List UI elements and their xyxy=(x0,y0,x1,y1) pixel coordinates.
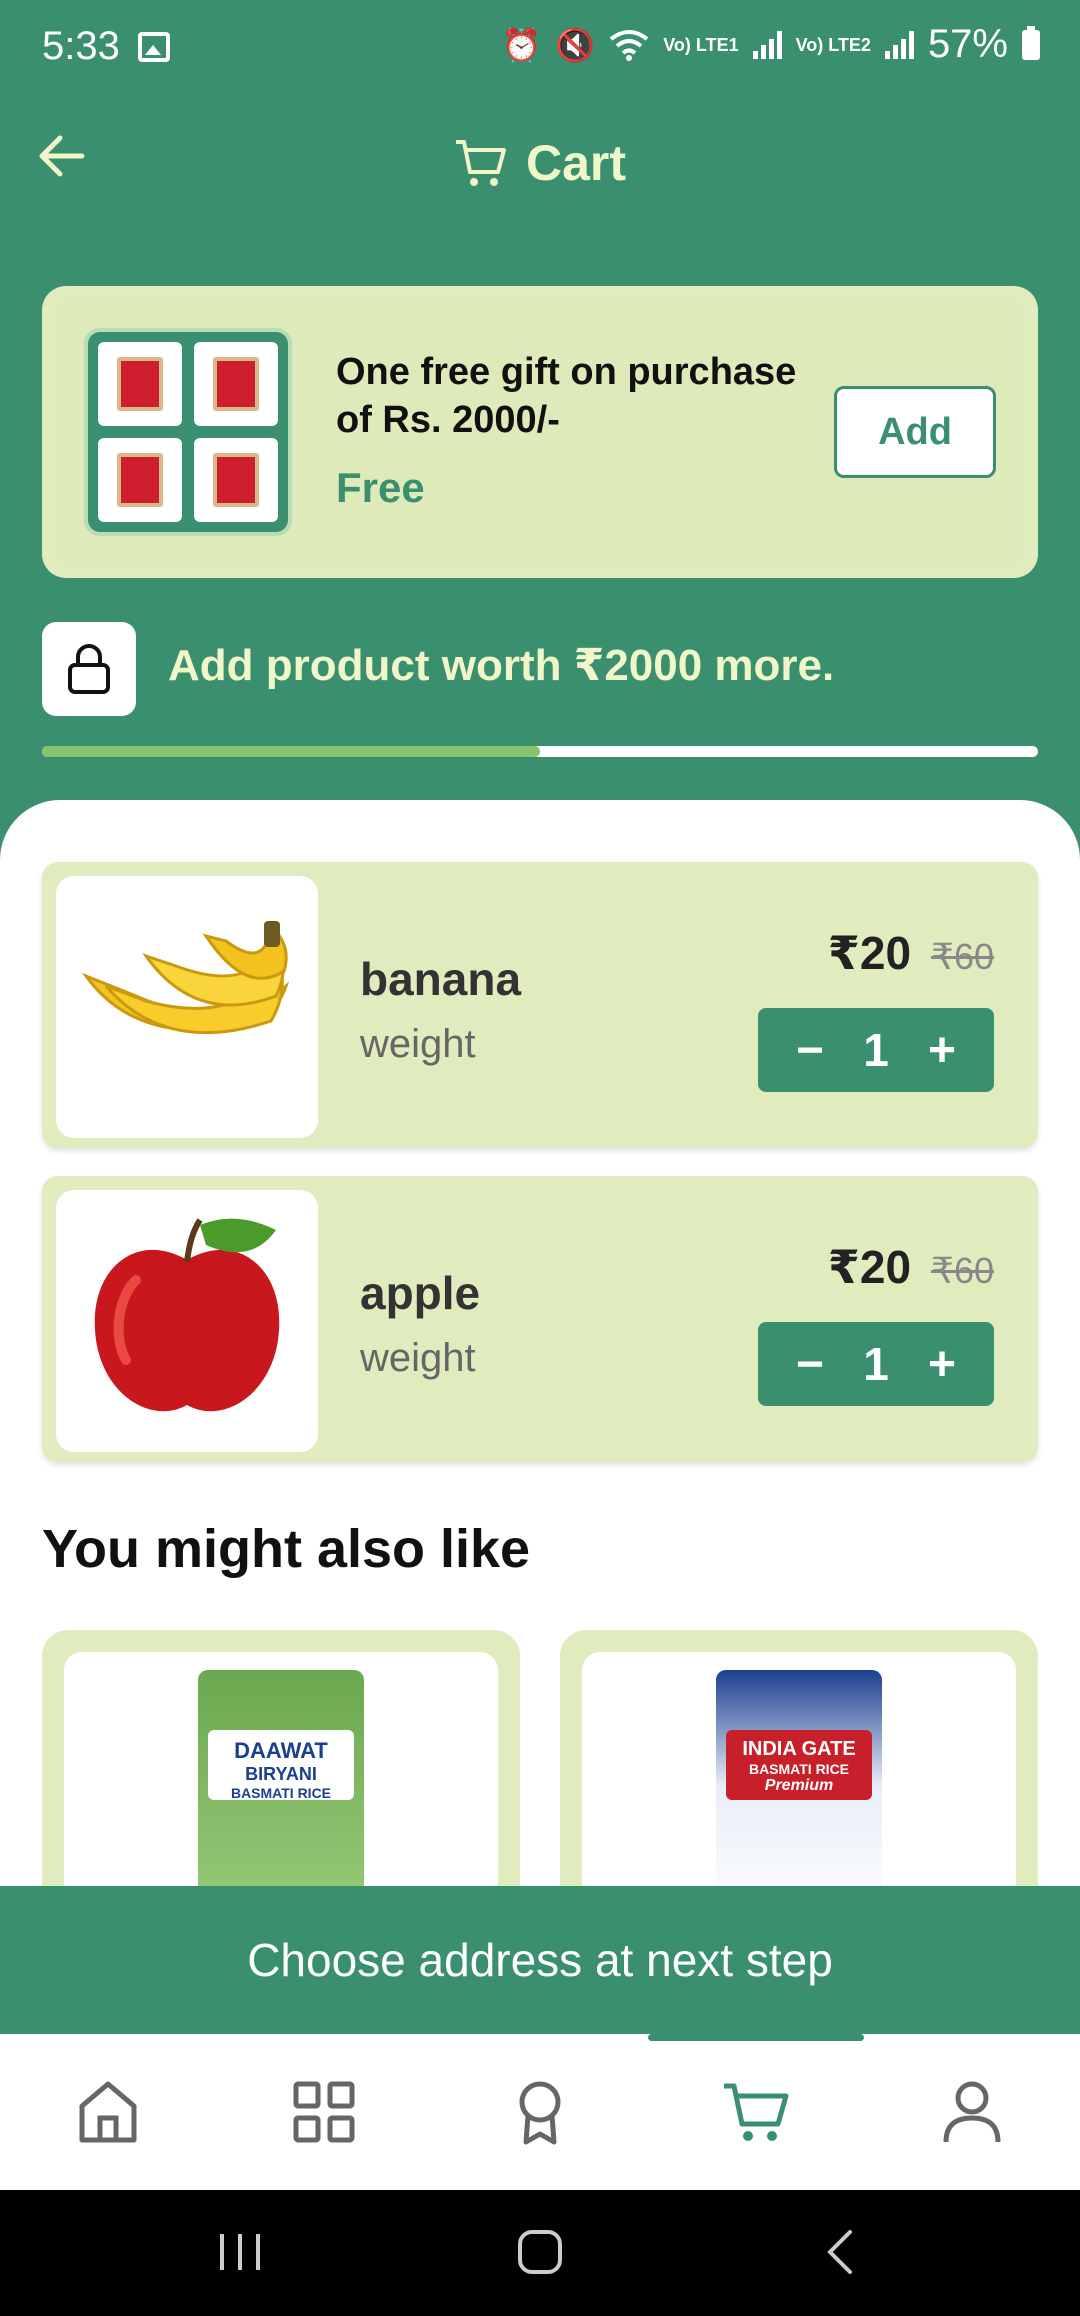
quantity-stepper: − 1 + xyxy=(758,1322,994,1406)
gift-pack xyxy=(98,342,182,426)
apple-image xyxy=(94,1218,280,1412)
lte1-label: Vo) LTE1 xyxy=(663,34,739,55)
pack-brand: DAAWAT xyxy=(234,1738,328,1763)
signal1-icon xyxy=(752,30,782,59)
nav-home-tab[interactable] xyxy=(72,2076,144,2148)
bottom-navigation xyxy=(0,2034,1080,2190)
battery-icon xyxy=(1022,25,1040,60)
home-system-button[interactable] xyxy=(500,2220,580,2284)
suggestions-title: You might also like xyxy=(42,1519,531,1579)
recent-apps-button[interactable] xyxy=(200,2220,280,2284)
pack-line: BIRYANI xyxy=(245,1764,317,1784)
pack-label: DAAWAT BIRYANI BASMATI RICE xyxy=(208,1730,354,1801)
quantity-value: 1 xyxy=(863,1024,889,1076)
page-title: Cart xyxy=(525,135,627,191)
nav-profile-tab[interactable] xyxy=(936,2076,1008,2148)
gift-price-label: Free xyxy=(336,464,425,511)
suggested-product-card[interactable]: INDIA GATE BASMATI RICE Premium xyxy=(560,1630,1038,1930)
gift-pack xyxy=(194,438,278,522)
price-group: ₹20 ₹60 xyxy=(828,1240,994,1294)
decrease-quantity-button[interactable]: − xyxy=(786,1337,834,1392)
system-navigation-bar xyxy=(0,2190,1080,2316)
gift-pack xyxy=(98,438,182,522)
threshold-progress-fill xyxy=(42,746,540,757)
pack-brand: INDIA GATE xyxy=(742,1738,856,1760)
product-name: banana xyxy=(360,953,522,1005)
lock-icon xyxy=(68,644,110,694)
banana-image xyxy=(81,921,290,1035)
status-icons: ⏰ 🔇 Vo) LTE1 Vo) LTE2 57% xyxy=(502,22,1040,67)
rewards-icon xyxy=(519,2081,561,2145)
price-group: ₹20 ₹60 xyxy=(828,926,994,980)
sale-price: ₹20 xyxy=(827,927,912,979)
pack-sub: BASMATI RICE xyxy=(230,1785,332,1801)
sale-price: ₹20 xyxy=(827,1241,912,1293)
cart-title-icon xyxy=(455,140,506,186)
free-gift-card: One free gift on purchase of Rs. 2000/- … xyxy=(42,286,1038,578)
increase-quantity-button[interactable]: + xyxy=(918,1337,966,1392)
product-name: apple xyxy=(360,1267,481,1319)
signal2-icon xyxy=(884,30,914,59)
original-price: ₹60 xyxy=(931,936,994,977)
home-circle-icon xyxy=(518,2230,562,2274)
categories-icon xyxy=(293,2081,355,2143)
lock-badge xyxy=(42,622,136,716)
nav-cart-tab[interactable] xyxy=(720,2076,792,2148)
profile-icon xyxy=(943,2081,1001,2143)
nav-rewards-tab[interactable] xyxy=(504,2076,576,2148)
product-unit: weight xyxy=(360,1022,476,1066)
cart-item: apple weight ₹20 ₹60 − 1 + xyxy=(42,1176,1038,1462)
gift-product-image xyxy=(84,328,292,536)
suggested-product-card[interactable]: DAAWAT BIRYANI BASMATI RICE xyxy=(42,1630,520,1930)
choose-address-button[interactable]: Choose address at next step xyxy=(0,1886,1080,2034)
product-image xyxy=(56,1190,318,1452)
decrease-quantity-button[interactable]: − xyxy=(786,1023,834,1078)
gift-pack xyxy=(194,342,278,426)
threshold-message: Add product worth ₹2000 more. xyxy=(168,641,835,690)
quantity-stepper: − 1 + xyxy=(758,1008,994,1092)
lte2-label: Vo) LTE2 xyxy=(795,34,871,55)
increase-quantity-button[interactable]: + xyxy=(918,1023,966,1078)
add-gift-button[interactable]: Add xyxy=(834,386,996,478)
home-icon xyxy=(79,2081,137,2143)
original-price: ₹60 xyxy=(931,1250,994,1291)
header: Cart xyxy=(0,96,1080,226)
cart-icon xyxy=(724,2083,789,2141)
gift-title: One free gift on purchase of Rs. 2000/- xyxy=(336,351,797,441)
recent-apps-icon xyxy=(220,2234,260,2270)
wifi-icon xyxy=(610,29,649,61)
product-unit: weight xyxy=(360,1336,476,1380)
pack-sub: Premium xyxy=(764,1777,834,1794)
battery-percent: 57% xyxy=(927,22,1008,66)
product-image xyxy=(56,876,318,1138)
image-notification-icon xyxy=(138,32,170,62)
cart-item: banana weight ₹20 ₹60 − 1 + xyxy=(42,862,1038,1148)
back-system-button[interactable] xyxy=(800,2220,880,2284)
mute-icon: 🔇 xyxy=(555,26,596,63)
nav-categories-tab[interactable] xyxy=(288,2076,360,2148)
quantity-value: 1 xyxy=(863,1338,889,1390)
alarm-icon: ⏰ xyxy=(501,26,542,63)
threshold-progress-bar xyxy=(42,746,1038,757)
pack-line: BASMATI RICE xyxy=(748,1761,850,1777)
pack-label: INDIA GATE BASMATI RICE Premium xyxy=(726,1730,872,1800)
status-bar: 5:33 ⏰ 🔇 Vo) LTE1 Vo) LTE2 57% xyxy=(0,0,1080,96)
status-time: 5:33 xyxy=(42,24,120,68)
header-title-group: Cart xyxy=(0,134,1080,192)
active-tab-indicator xyxy=(648,2034,864,2041)
back-chevron-icon xyxy=(827,2230,852,2274)
